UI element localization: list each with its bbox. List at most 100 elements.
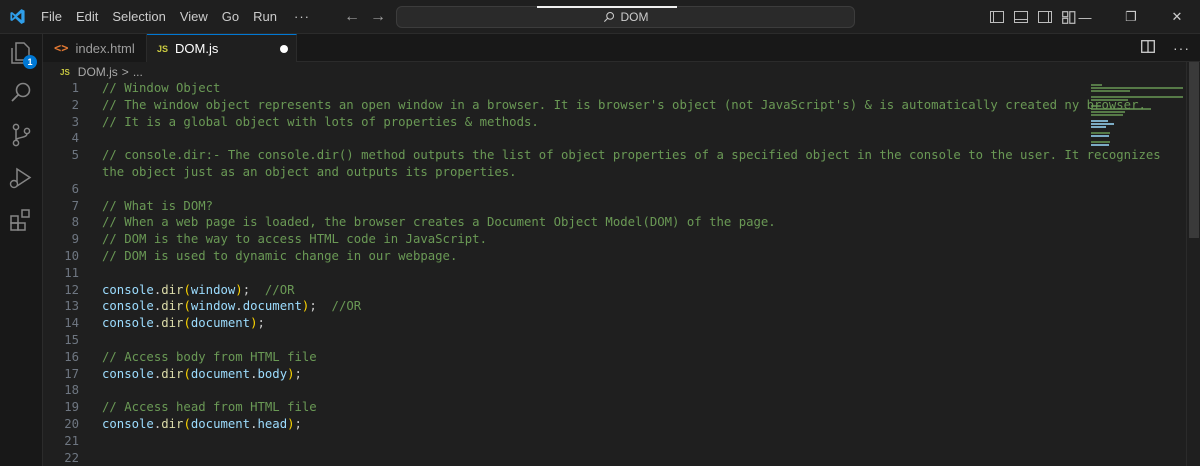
code-text: console.dir(document); bbox=[102, 316, 265, 331]
line-number: 1 bbox=[71, 81, 79, 95]
forward-arrow-icon[interactable]: → bbox=[370, 8, 386, 26]
line-number: 3 bbox=[71, 114, 79, 129]
menu-edit[interactable]: Edit bbox=[69, 0, 105, 34]
window-controls: — ❐ ✕ bbox=[1062, 0, 1200, 34]
breadcrumb-file[interactable]: DOM.js bbox=[78, 65, 118, 79]
line-number: 10 bbox=[64, 249, 79, 263]
code-line[interactable]: 5 // console.dir:- The console.dir() meth… bbox=[43, 147, 1161, 164]
run-debug-icon[interactable] bbox=[8, 165, 34, 191]
code-text: // What is DOM? bbox=[102, 198, 214, 213]
minimap-line bbox=[1091, 141, 1111, 143]
code-line[interactable]: 9 // DOM is the way to access HTML code i… bbox=[43, 231, 1088, 248]
code-line[interactable]: 2 // The window object represents an open… bbox=[43, 97, 1146, 114]
code-line[interactable]: 1 // Window Object bbox=[43, 80, 1088, 97]
code-text: // When a web page is loaded, the browse… bbox=[102, 215, 776, 230]
code-line[interactable]: 6 bbox=[43, 181, 1088, 198]
activity-bar: 1 bbox=[0, 34, 43, 466]
html-file-icon: <> bbox=[54, 41, 69, 55]
minimap-line bbox=[1091, 105, 1101, 107]
split-editor-icon[interactable] bbox=[1141, 40, 1155, 56]
line-number: 9 bbox=[71, 232, 79, 247]
toggle-primary-sidebar-icon[interactable] bbox=[990, 11, 1004, 23]
toggle-panel-icon[interactable] bbox=[1014, 11, 1028, 23]
code-line[interactable]: 11 bbox=[43, 265, 1088, 282]
menu-run[interactable]: Run bbox=[246, 0, 284, 34]
minimap-line bbox=[1091, 108, 1152, 110]
code-line[interactable]: 13 console.dir(window.document); //OR bbox=[43, 298, 1088, 315]
line-number: 19 bbox=[64, 400, 79, 415]
code-line[interactable]: 22 bbox=[43, 450, 1088, 466]
minimap-line bbox=[1091, 126, 1106, 128]
code-line[interactable]: the object just as an object and outputs… bbox=[43, 164, 1088, 181]
command-center-text: DOM bbox=[620, 10, 649, 24]
back-arrow-icon[interactable]: ← bbox=[344, 8, 360, 26]
minimap[interactable] bbox=[1088, 80, 1185, 466]
code-text: console.dir(window); //OR bbox=[102, 282, 295, 297]
code-line[interactable]: 12 console.dir(window); //OR bbox=[43, 282, 1088, 299]
code-line[interactable]: 3 // It is a global object with lots of p… bbox=[43, 114, 1088, 131]
code-line[interactable]: 17 console.dir(document.body); bbox=[43, 366, 1088, 383]
minimap-line bbox=[1091, 132, 1111, 134]
code-text: // The window object represents an open … bbox=[102, 97, 1146, 112]
code-text: console.dir(document.body); bbox=[102, 366, 302, 381]
restore-icon[interactable]: ❐ bbox=[1108, 0, 1154, 34]
line-number: 4 bbox=[71, 131, 79, 146]
code-line[interactable]: 21 bbox=[43, 433, 1088, 450]
menu-go[interactable]: Go bbox=[215, 0, 246, 34]
line-number: 5 bbox=[71, 148, 79, 163]
code-line[interactable]: 4 bbox=[43, 130, 1088, 147]
explorer-badge: 1 bbox=[23, 55, 37, 69]
menu-view[interactable]: View bbox=[173, 0, 215, 34]
breadcrumb-symbol[interactable]: ... bbox=[133, 65, 143, 79]
code-line[interactable]: 20 console.dir(document.head); bbox=[43, 416, 1088, 433]
search-icon[interactable] bbox=[8, 80, 34, 106]
vertical-scrollbar[interactable] bbox=[1186, 62, 1200, 466]
minimap-line bbox=[1091, 99, 1128, 101]
toggle-secondary-sidebar-icon[interactable] bbox=[1038, 11, 1052, 23]
code-line[interactable]: 10 // DOM is used to dynamic change in ou… bbox=[43, 248, 1088, 265]
editor-actions: ··· bbox=[1141, 34, 1190, 62]
tab-label: index.html bbox=[75, 40, 135, 56]
line-number: 20 bbox=[64, 417, 79, 431]
code-line[interactable]: 15 bbox=[43, 332, 1088, 349]
js-file-icon: JS bbox=[60, 67, 70, 77]
scrollbar-thumb[interactable] bbox=[1189, 62, 1199, 238]
line-number: 13 bbox=[64, 299, 79, 314]
line-number: 8 bbox=[71, 215, 79, 230]
close-icon[interactable]: ✕ bbox=[1154, 0, 1200, 34]
minimap-line bbox=[1091, 123, 1115, 125]
minimize-icon[interactable]: — bbox=[1062, 0, 1108, 34]
tab-dom-js[interactable]: JS DOM.js bbox=[147, 34, 297, 62]
command-center-search[interactable]: DOM bbox=[396, 6, 855, 28]
code-line[interactable]: 14 console.dir(document); bbox=[43, 315, 1088, 332]
minimap-line bbox=[1091, 120, 1109, 122]
code-editor[interactable]: 1 // Window Object 2 // The window object r… bbox=[43, 80, 1161, 466]
menu-file[interactable]: File bbox=[34, 0, 69, 34]
navigation-arrows: ← → bbox=[344, 0, 386, 34]
line-number: 22 bbox=[64, 450, 79, 465]
extensions-icon[interactable] bbox=[8, 207, 34, 233]
line-number: 21 bbox=[64, 433, 79, 448]
more-actions-icon[interactable]: ··· bbox=[1173, 40, 1190, 56]
code-line[interactable]: 8 // When a web page is loaded, the brows… bbox=[43, 214, 1088, 231]
command-center-highlight bbox=[537, 6, 677, 8]
source-control-icon[interactable] bbox=[8, 122, 34, 148]
title-bar: File Edit Selection View Go Run ··· ← → … bbox=[0, 0, 1200, 34]
js-file-icon: JS bbox=[157, 43, 169, 54]
minimap-line bbox=[1091, 144, 1109, 146]
code-line[interactable]: 18 bbox=[43, 382, 1088, 399]
menu-more-icon[interactable]: ··· bbox=[284, 9, 320, 24]
tab-index-html[interactable]: <> index.html bbox=[43, 34, 147, 62]
unsaved-dot-icon[interactable] bbox=[280, 45, 288, 53]
vscode-logo-icon bbox=[0, 0, 34, 34]
minimap-line bbox=[1091, 84, 1102, 86]
line-number: 7 bbox=[71, 198, 79, 213]
code-line[interactable]: 16 // Access body from HTML file bbox=[43, 349, 1088, 366]
code-text: // Access body from HTML file bbox=[102, 349, 317, 364]
menu-selection[interactable]: Selection bbox=[105, 0, 172, 34]
line-number: 18 bbox=[64, 383, 79, 398]
code-line[interactable]: 7 // What is DOM? bbox=[43, 198, 1088, 215]
line-number: 12 bbox=[64, 282, 79, 297]
code-line[interactable]: 19 // Access head from HTML file bbox=[43, 399, 1088, 416]
minimap-line bbox=[1091, 90, 1130, 92]
